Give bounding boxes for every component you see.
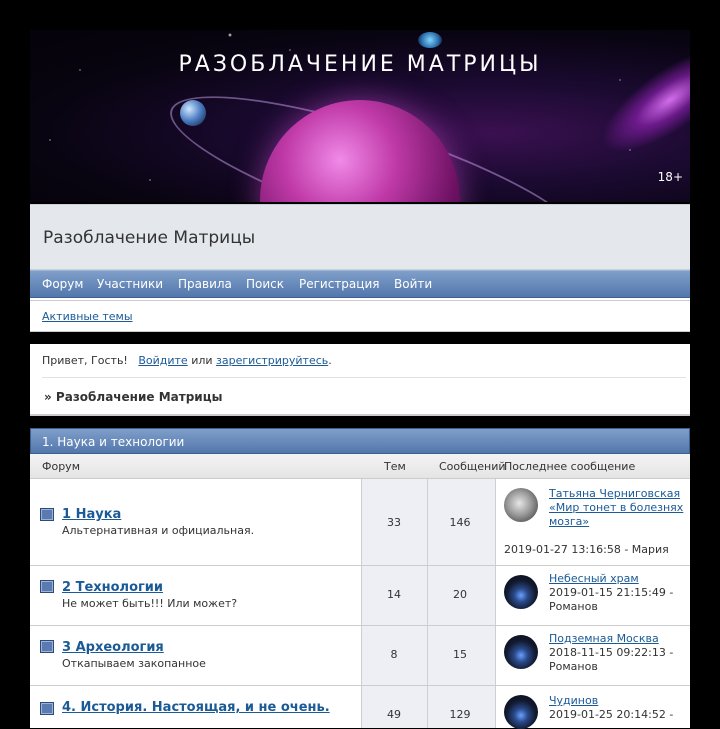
- forum-description: Не может быть!!! Или может?: [62, 597, 238, 610]
- forum-status-icon: [40, 702, 54, 715]
- nav-forum[interactable]: Форум: [42, 277, 83, 291]
- nav-rules[interactable]: Правила: [178, 277, 232, 291]
- hooded-figure-avatar: [504, 635, 538, 669]
- moon-graphic: [180, 100, 206, 126]
- forum-link[interactable]: 3 Археология: [62, 640, 164, 655]
- col-forum: Форум: [42, 460, 80, 473]
- active-topics-link[interactable]: Активные темы: [42, 310, 133, 323]
- last-post-link[interactable]: Небесный храм: [549, 572, 684, 586]
- forum-description: Откапываем закопанное: [62, 657, 206, 670]
- stats-cell: [362, 686, 496, 728]
- forum-status-icon: [40, 508, 54, 521]
- nav-login[interactable]: Войти: [394, 277, 432, 291]
- divider: [427, 686, 428, 728]
- hooded-figure-avatar: [504, 575, 538, 609]
- divider: [361, 479, 362, 565]
- last-post-meta: 2019-01-15 21:15:49 - Романов: [549, 586, 674, 613]
- last-post-meta: 2018-11-15 09:22:13 - Романов: [549, 646, 674, 673]
- divider: [361, 566, 362, 625]
- topic-count: 49: [387, 708, 401, 721]
- col-topics: Тем: [384, 460, 406, 473]
- divider: [495, 479, 496, 565]
- greeting-text: Привет, Гость!: [42, 354, 128, 367]
- divider: [427, 626, 428, 685]
- table-row: 3 Археология Откапываем закопанное 8 15 …: [30, 626, 690, 686]
- greeting-period: .: [328, 354, 332, 367]
- sub-nav: Активные темы: [30, 300, 690, 332]
- register-link[interactable]: зарегистрируйтесь: [216, 354, 328, 367]
- login-link[interactable]: Войдите: [138, 354, 187, 367]
- forum-link[interactable]: 1 Наука: [62, 507, 121, 522]
- divider: [361, 686, 362, 728]
- divider: [30, 414, 690, 416]
- age-rating-label: 18+: [657, 170, 683, 184]
- topic-count: 8: [390, 648, 398, 661]
- post-count: 129: [449, 708, 471, 721]
- nav-search[interactable]: Поиск: [246, 277, 284, 291]
- table-row: 2 Технологии Не может быть!!! Или может?…: [30, 566, 690, 626]
- last-post-meta: 2019-01-27 13:16:58 - Мария: [504, 543, 669, 556]
- col-last-post: Последнее сообщение: [504, 460, 636, 473]
- last-post-link[interactable]: Татьяна Черниговская «Мир тонет в болезн…: [549, 487, 684, 529]
- breadcrumb: » Разоблачение Матрицы: [44, 390, 223, 404]
- site-header: Разоблачение Матрицы Форум Участники Пра…: [30, 204, 690, 332]
- site-banner: РАЗОБЛАЧЕНИЕ МАТРИЦЫ 18+: [30, 30, 690, 202]
- divider: [42, 377, 686, 378]
- forum-description: Альтернативная и официальная.: [62, 524, 255, 537]
- post-count: 15: [453, 648, 467, 661]
- greeting-line: Привет, Гость! Войдите или зарегистрируй…: [42, 354, 332, 367]
- table-header: Форум Тем Сообщений Последнее сообщение: [30, 454, 690, 479]
- topic-count: 14: [387, 588, 401, 601]
- forum-category: 1. Наука и технологии Форум Тем Сообщени…: [30, 428, 690, 729]
- divider: [361, 626, 362, 685]
- greeting-or: или: [191, 354, 213, 367]
- category-title[interactable]: 1. Наука и технологии: [42, 435, 184, 449]
- site-title: Разоблачение Матрицы: [43, 228, 256, 248]
- divider: [427, 566, 428, 625]
- table-row: 1 Наука Альтернативная и официальная. 33…: [30, 479, 690, 566]
- divider: [427, 479, 428, 565]
- nav-register[interactable]: Регистрация: [299, 277, 379, 291]
- nav-members[interactable]: Участники: [97, 277, 163, 291]
- table-row: 4. История. Настоящая, и не очень. 49 12…: [30, 686, 690, 729]
- divider: [495, 686, 496, 728]
- category-header[interactable]: 1. Наука и технологии: [30, 428, 690, 454]
- greeting-panel: Привет, Гость! Войдите или зарегистрируй…: [30, 344, 690, 416]
- col-posts: Сообщений: [439, 460, 506, 473]
- last-post-link[interactable]: Чудинов: [549, 694, 684, 708]
- last-post-link[interactable]: Подземная Москва: [549, 632, 684, 646]
- post-count: 146: [449, 516, 471, 529]
- topic-count: 33: [387, 516, 401, 529]
- banner-title: РАЗОБЛАЧЕНИЕ МАТРИЦЫ: [178, 52, 542, 77]
- cat-avatar: [504, 488, 538, 522]
- forum-link[interactable]: 4. История. Настоящая, и не очень.: [62, 700, 330, 715]
- forum-link[interactable]: 2 Технологии: [62, 580, 163, 595]
- small-moon-graphic: [418, 32, 442, 48]
- post-count: 20: [453, 588, 467, 601]
- site-title-bar: Разоблачение Матрицы: [30, 204, 690, 270]
- forum-status-icon: [40, 580, 54, 593]
- divider: [495, 626, 496, 685]
- forum-status-icon: [40, 640, 54, 653]
- hooded-figure-avatar: [504, 695, 538, 729]
- divider: [495, 566, 496, 625]
- main-nav: Форум Участники Правила Поиск Регистраци…: [30, 270, 690, 298]
